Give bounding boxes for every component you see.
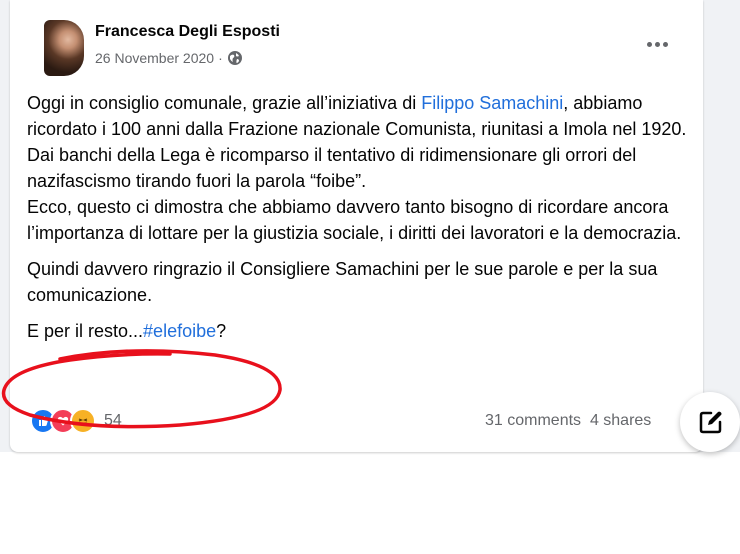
- post-meta: 26 November 2020 ·: [95, 50, 243, 66]
- paragraph-text: E per il resto...: [27, 321, 144, 341]
- paragraph-text: Oggi in consiglio comunale, grazie all’i…: [27, 93, 422, 113]
- hashtag-link[interactable]: #elefoibe: [143, 321, 216, 341]
- haha-icon: [70, 408, 96, 434]
- post-paragraph: E per il resto...#elefoibe?: [27, 318, 687, 344]
- post-author[interactable]: Francesca Degli Esposti: [95, 23, 280, 41]
- post-paragraph: Quindi davvero ringrazio il Consigliere …: [27, 259, 658, 305]
- paragraph-text: ?: [216, 321, 227, 341]
- post-stats: 31 comments 4 shares: [485, 412, 681, 430]
- post-paragraph: Dai banchi della Lega è ricomparso il te…: [27, 145, 637, 191]
- compose-icon: [699, 411, 722, 434]
- more-options-button[interactable]: [640, 30, 674, 58]
- reactions-summary[interactable]: 54: [30, 408, 122, 434]
- globe-icon: [227, 50, 243, 66]
- post-paragraph: Oggi in consiglio comunale, grazie all’i…: [27, 90, 687, 142]
- post-date[interactable]: 26 November 2020: [95, 50, 214, 66]
- dot-icon: [662, 41, 668, 47]
- avatar[interactable]: [44, 20, 84, 76]
- new-message-button[interactable]: [680, 392, 740, 452]
- mention-link[interactable]: Filippo Samachini: [421, 93, 563, 113]
- shares-count[interactable]: 4 shares: [590, 412, 651, 429]
- post-paragraph: Ecco, questo ci dimostra che abbiamo dav…: [27, 197, 682, 243]
- post-body: Oggi in consiglio comunale, grazie all’i…: [27, 90, 687, 344]
- comments-count[interactable]: 31 comments: [485, 412, 581, 429]
- dot-icon: [654, 41, 660, 47]
- dot-icon: [646, 41, 652, 47]
- reaction-count[interactable]: 54: [104, 412, 122, 430]
- meta-separator: ·: [218, 50, 223, 66]
